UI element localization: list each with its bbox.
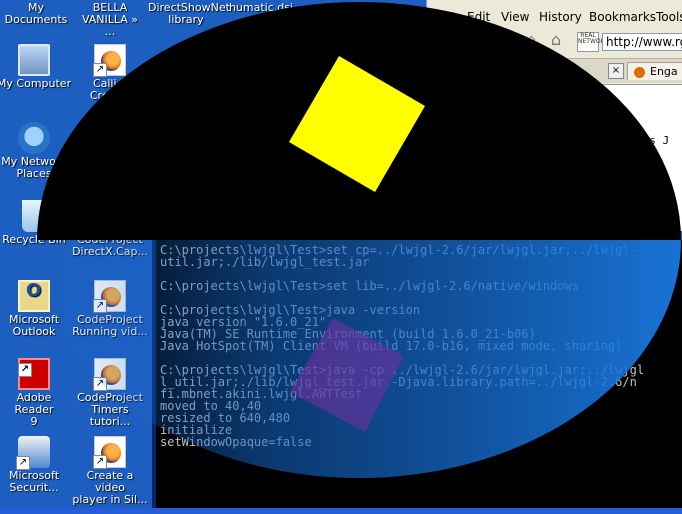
console-line: Java HotSpot(TM) Client VM (build 17.0-b…: [160, 339, 623, 353]
computer-icon: [18, 44, 50, 76]
tab-label: Enga: [650, 65, 678, 78]
desktop-icon-codeproject-directx[interactable]: CodeProject DirectX.Cap...: [72, 200, 148, 258]
security-icon: [16, 436, 50, 470]
console-line: C:\projects\lwjgl\Test>set lib=../lwjgl-…: [160, 279, 580, 293]
desktop-icon-codeproject-running[interactable]: CodeProject Running vid...: [72, 280, 148, 338]
desktop-icon-calli[interactable]: Calli... Creat...: [72, 44, 148, 102]
desktop-label-bella-vanilla[interactable]: BELLA VANILLA » ...: [78, 2, 142, 38]
close-tab-icon[interactable]: ×: [608, 63, 624, 79]
console-output: C:\projects\lwjgl\Test>set cp=../lwjgl-2…: [160, 244, 644, 448]
firefox-document-icon: [93, 44, 126, 77]
desktop-icon-label: My Network Places: [1, 155, 67, 180]
outlook-icon: [18, 280, 50, 312]
firefox-document-icon: [93, 200, 126, 233]
desktop-icon-label: My Computer: [0, 77, 72, 90]
desktop: My Documents BELLA VANILLA » ... DirectS…: [0, 0, 682, 514]
desktop-icon-create-video-player[interactable]: Create a video player in Sil...: [72, 436, 148, 506]
url-bar[interactable]: http://www.rga: [602, 33, 682, 51]
network-icon: [18, 122, 50, 154]
home-button-icon[interactable]: ⌂: [551, 30, 561, 49]
console-line: resized to 640,480: [160, 411, 291, 425]
desktop-label-humatic[interactable]: humatic.dsj G...: [226, 2, 296, 26]
menu-bar: Edit View History Bookmarks Tools: [427, 8, 682, 26]
desktop-icon-label: Recycle Bin: [2, 233, 66, 246]
yellow-square: [289, 56, 425, 192]
menu-bookmarks[interactable]: Bookmarks: [589, 10, 656, 24]
tab-enga[interactable]: Enga: [627, 62, 682, 80]
menu-tools[interactable]: Tools: [656, 10, 682, 24]
desktop-icon-my-computer[interactable]: My Computer: [0, 44, 72, 90]
firefox-window: Edit View History Bookmarks Tools ⌂ ⌂ RE…: [426, 0, 682, 231]
desktop-icon-recycle-bin[interactable]: Recycle Bin: [0, 200, 72, 246]
desktop-icon-label: Create a video player in Sil...: [72, 469, 148, 506]
page-content: [427, 84, 682, 231]
desktop-icon-microsoft-outlook[interactable]: Microsoft Outlook: [0, 280, 72, 338]
recycle-bin-icon: [22, 200, 46, 232]
realnetworks-icon[interactable]: REAL NETWORKS: [577, 32, 613, 52]
desktop-label-my-documents[interactable]: My Documents: [0, 2, 72, 26]
desktop-icon-codeproject-timers[interactable]: CodeProject Timers tutori...: [72, 358, 148, 428]
console-line: setWindowOpaque=false: [160, 435, 312, 449]
firefox-document-icon: [93, 358, 126, 391]
desktop-icon-label: CodeProject Timers tutori...: [77, 391, 143, 428]
tab-bar: × Enga: [427, 58, 682, 83]
desktop-icon-label: Microsoft Securit...: [8, 469, 60, 494]
home-icon[interactable]: ⌂: [527, 32, 536, 48]
taskbar: [0, 508, 682, 514]
command-prompt-window[interactable]: C:\projects\lwjgl\Test>set cp=../lwjgl-2…: [152, 240, 682, 514]
adobe-reader-icon: [18, 358, 50, 390]
menu-history[interactable]: History: [539, 10, 582, 24]
navigation-toolbar: ⌂ ⌂ REAL NETWORKS http://www.rga: [427, 28, 682, 56]
desktop-icon-microsoft-security[interactable]: Microsoft Securit...: [0, 436, 72, 494]
firefox-document-icon: [93, 280, 126, 313]
desktop-icon-label: CodeProject DirectX.Cap...: [72, 233, 148, 258]
desktop-label-directshownet[interactable]: DirectShowNet library: [148, 2, 230, 26]
desktop-icon-my-network-places[interactable]: My Network Places: [0, 122, 72, 180]
desktop-icon-label: Adobe Reader 9: [14, 391, 54, 428]
menu-edit[interactable]: Edit: [467, 10, 490, 24]
desktop-icon-label: CodeProject Running vid...: [72, 313, 148, 338]
console-line: util.jar;./lib/lwjgl_test.jar: [160, 255, 370, 269]
firefox-document-icon: [93, 436, 126, 469]
page-text-snippet: nds J: [636, 134, 670, 147]
desktop-icon-adobe-reader[interactable]: Adobe Reader 9: [0, 358, 72, 428]
desktop-icon-label: Microsoft Outlook: [8, 313, 60, 338]
desktop-icon-label: Calli... Creat...: [89, 77, 131, 102]
menu-view[interactable]: View: [501, 10, 529, 24]
